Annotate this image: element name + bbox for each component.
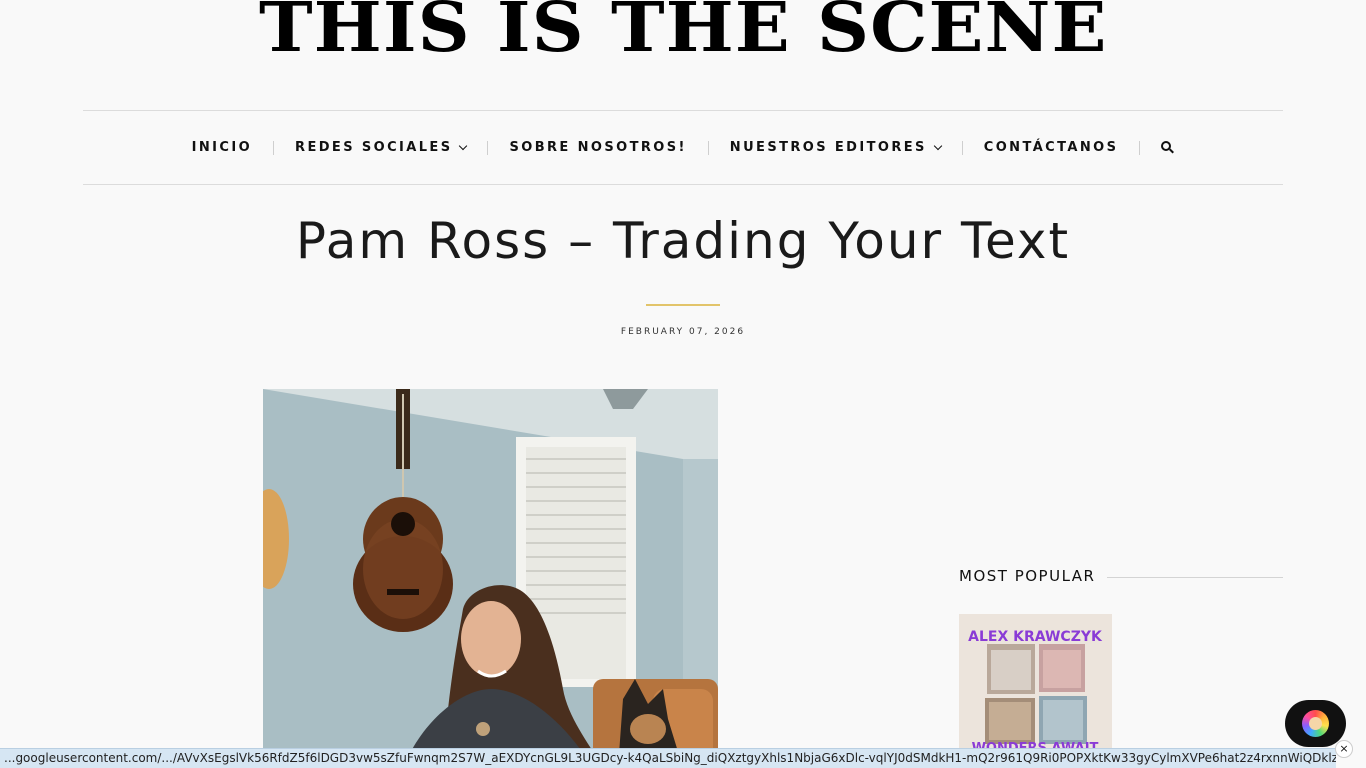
search-icon [1161, 141, 1175, 154]
most-popular-widget-header: MOST POPULAR [959, 566, 1283, 586]
album-cover-image: ALEX KRAWCZYK WONDERS AWAIT [959, 614, 1112, 754]
post-date: FEBRUARY 07, 2026 [620, 327, 746, 337]
nav-item-redes-sociales[interactable]: REDES SOCIALES [274, 140, 487, 155]
album-artist-text: ALEX KRAWCZYK [968, 629, 1103, 645]
chat-logo-icon [1302, 710, 1329, 737]
nav-item-sobre-nosotros[interactable]: SOBRE NOSOTROS! [488, 140, 707, 155]
popular-post-thumbnail[interactable]: ALEX KRAWCZYK WONDERS AWAIT [959, 614, 1112, 754]
post-title: Pam Ross – Trading Your Text [295, 212, 1071, 270]
title-divider [646, 304, 720, 306]
chevron-down-icon [933, 141, 943, 150]
nav-search-button[interactable] [1140, 141, 1195, 154]
featured-photo [263, 389, 718, 768]
widget-divider [1107, 576, 1283, 578]
featured-image [263, 389, 718, 768]
chevron-down-icon [459, 141, 468, 150]
nav-item-label: REDES SOCIALES [295, 140, 453, 155]
nav-item-label: CONTÁCTANOS [983, 140, 1119, 155]
close-icon: × [1339, 742, 1349, 755]
site-title[interactable]: THIS IS THE SCENE [0, 0, 1366, 70]
nav-item-inicio[interactable]: INICIO [171, 140, 273, 155]
nav-item-label: INICIO [191, 140, 253, 155]
site-title-text: THIS IS THE SCENE [258, 0, 1108, 68]
widget-title: MOST POPULAR [959, 567, 1096, 585]
status-bar-url: ...googleusercontent.com/.../AVvXsEgslVk… [0, 748, 1336, 768]
nav-item-nuestros-editores[interactable]: NUESTROS EDITORES [709, 140, 962, 155]
nav-item-contactanos[interactable]: CONTÁCTANOS [963, 140, 1140, 155]
nav-item-label: SOBRE NOSOTROS! [509, 140, 687, 155]
close-chat-button[interactable]: × [1335, 740, 1353, 758]
chat-widget-button[interactable] [1285, 700, 1346, 747]
nav-item-label: NUESTROS EDITORES [729, 140, 927, 155]
main-nav: INICIO REDES SOCIALES SOBRE NOSOTROS! NU… [83, 110, 1283, 185]
